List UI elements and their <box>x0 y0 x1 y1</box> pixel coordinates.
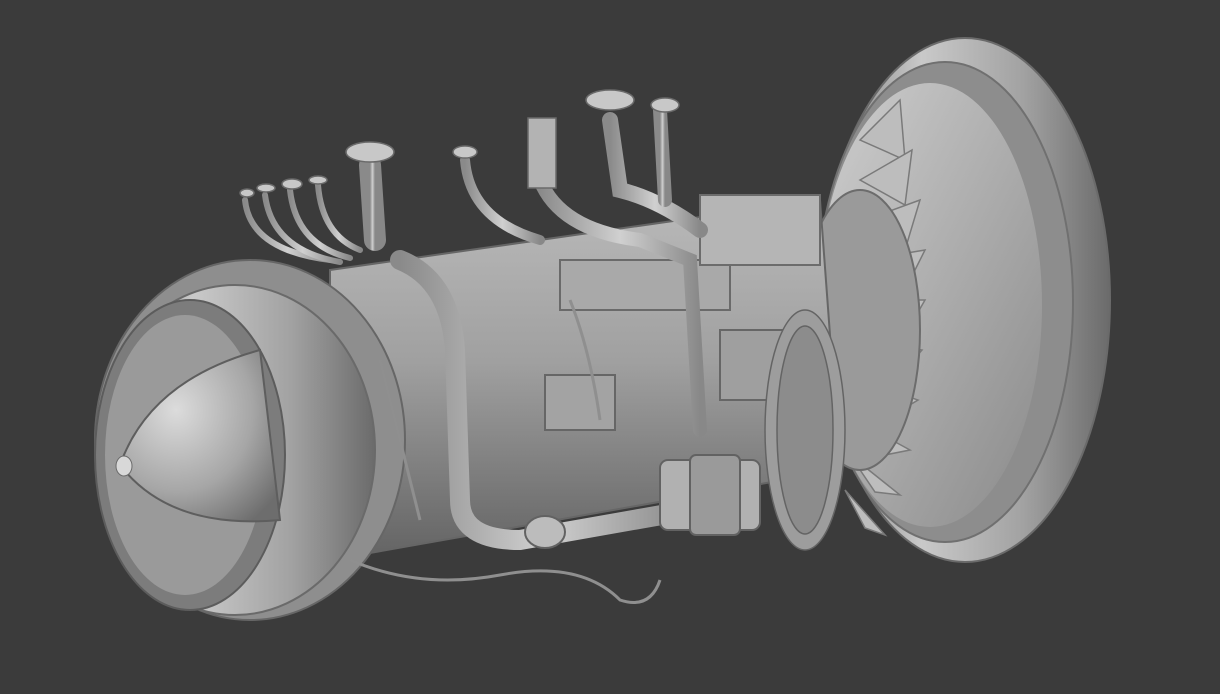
mounting-brackets <box>764 309 846 551</box>
combustion-core <box>329 194 842 562</box>
jet-engine-render <box>94 37 1111 621</box>
3d-viewport[interactable] <box>0 0 1220 694</box>
